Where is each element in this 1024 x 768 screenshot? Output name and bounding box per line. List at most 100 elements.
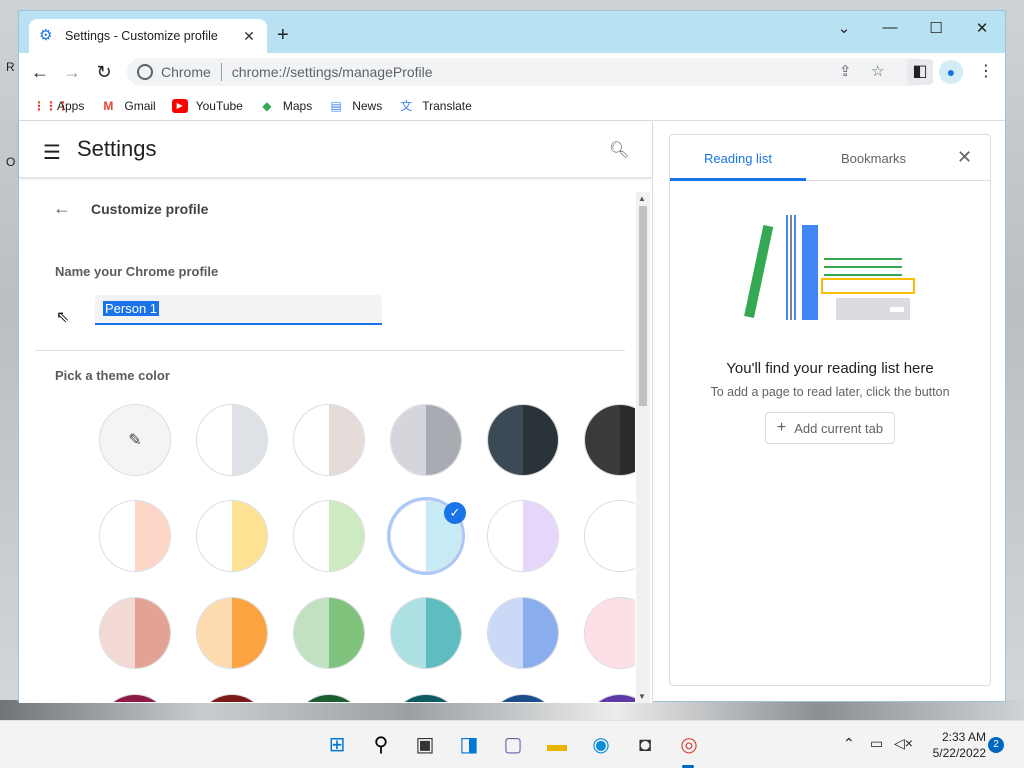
bookmark-apps[interactable]: ⋮⋮⋮ Apps	[33, 99, 84, 113]
swatch-left-half	[585, 598, 620, 668]
windows-start-icon[interactable]: ⊞	[324, 733, 350, 757]
mouse-cursor-icon: ⇖	[56, 309, 70, 326]
scrollbar-thumb[interactable]	[639, 206, 647, 406]
swatch-left-half	[391, 598, 426, 668]
forward-button[interactable]: →	[59, 59, 85, 85]
theme-color-swatch[interactable]	[584, 500, 635, 572]
swatch-right-half	[523, 598, 558, 668]
theme-color-swatch[interactable]	[196, 404, 268, 476]
volume-muted-icon[interactable]: ◁×	[894, 735, 913, 752]
theme-color-swatch[interactable]: ✎	[99, 404, 171, 476]
swatch-right-half	[426, 598, 461, 668]
side-panel-tabs: Reading list Bookmarks ✕	[670, 135, 990, 181]
swatch-right-half	[426, 405, 461, 475]
theme-color-swatch[interactable]	[293, 597, 365, 669]
hamburger-menu-icon[interactable]: ☰	[43, 140, 61, 165]
tab-search-chevron-icon[interactable]: ⌄	[829, 19, 859, 37]
bookmark-label: Gmail	[124, 98, 156, 113]
tab-reading-list[interactable]: Reading list	[704, 151, 772, 166]
swatch-right-half	[523, 695, 558, 702]
edge-icon[interactable]: ◉	[588, 733, 614, 757]
close-window-button[interactable]: ✕	[967, 19, 997, 37]
menu-kebab-icon[interactable]: ⋮	[973, 59, 999, 85]
reading-list-illustration	[744, 215, 915, 320]
minimize-button[interactable]: —	[875, 19, 905, 36]
store-icon[interactable]: ◘	[632, 733, 658, 757]
theme-color-swatch[interactable]	[390, 694, 462, 702]
theme-color-swatch[interactable]	[196, 694, 268, 702]
theme-color-swatch[interactable]	[487, 597, 559, 669]
swatch-right-half	[426, 695, 461, 702]
swatch-right-half	[523, 405, 558, 475]
tab-bookmarks[interactable]: Bookmarks	[841, 151, 906, 166]
scrollbar[interactable]: ▲ ▼	[636, 192, 650, 703]
theme-color-swatch[interactable]	[196, 500, 268, 572]
theme-color-swatch[interactable]	[487, 404, 559, 476]
bookmark-label: Maps	[282, 98, 313, 113]
chrome-taskbar-icon[interactable]: ◎	[676, 733, 702, 757]
share-icon[interactable]: ⇪	[839, 58, 852, 86]
add-current-tab-button[interactable]: + Add current tab	[765, 412, 895, 444]
theme-color-swatch[interactable]	[196, 597, 268, 669]
back-arrow-icon[interactable]: ←	[53, 198, 71, 219]
teams-chat-icon[interactable]: ▢	[500, 733, 526, 757]
theme-color-swatch[interactable]	[584, 404, 635, 476]
swatch-left-half	[391, 501, 426, 571]
clock[interactable]: 2:33 AM 5/22/2022	[920, 729, 986, 761]
theme-color-swatch[interactable]	[99, 694, 171, 702]
clock-time: 2:33 AM	[941, 730, 986, 744]
desktop-fragment: O	[6, 155, 16, 169]
theme-color-swatch[interactable]	[584, 694, 635, 702]
side-panel: Reading list Bookmarks ✕ You'll find you…	[669, 134, 991, 686]
tab-settings[interactable]: ⚙ Settings - Customize profile ✕	[29, 19, 267, 53]
theme-color-swatch[interactable]	[99, 597, 171, 669]
back-button[interactable]: ←	[27, 59, 53, 85]
scroll-up-arrow-icon[interactable]: ▲	[638, 194, 646, 203]
maximize-button[interactable]: ☐	[921, 19, 951, 37]
bookmark-gmail[interactable]: M Gmail	[100, 99, 155, 113]
title-bar: ⚙ Settings - Customize profile ✕ + ⌄ — ☐…	[19, 11, 1005, 53]
panel-divider	[652, 122, 653, 703]
widgets-icon[interactable]: ◨	[456, 733, 482, 757]
theme-color-swatch[interactable]	[390, 597, 462, 669]
scroll-down-arrow-icon[interactable]: ▼	[638, 692, 646, 701]
theme-color-swatch[interactable]	[390, 404, 462, 476]
bookmark-star-icon[interactable]: ☆	[871, 58, 884, 86]
swatch-right-half	[523, 501, 558, 571]
swatch-right-half	[329, 501, 364, 571]
swatch-right-half	[620, 598, 635, 668]
profile-name-label: Name your Chrome profile	[55, 264, 219, 279]
network-icon[interactable]: ▭	[870, 735, 883, 752]
tray-chevron-icon[interactable]: ⌃	[843, 735, 855, 752]
swatch-right-half	[232, 501, 267, 571]
bookmark-maps[interactable]: ◆ Maps	[259, 99, 312, 113]
theme-color-swatch[interactable]	[293, 404, 365, 476]
bookmark-youtube[interactable]: ▶ YouTube	[171, 98, 243, 113]
swatch-left-half	[488, 598, 523, 668]
swatch-right-half	[232, 405, 267, 475]
omnibox[interactable]: Chrome chrome://settings/manageProfile ⇪…	[127, 58, 927, 86]
theme-color-swatch[interactable]	[584, 597, 635, 669]
reload-button[interactable]: ↻	[91, 59, 117, 85]
search-taskbar-icon[interactable]: ⚲	[368, 733, 394, 757]
close-tab-icon[interactable]: ✕	[241, 28, 257, 45]
new-tab-button[interactable]: +	[277, 25, 289, 45]
notification-badge[interactable]: 2	[988, 737, 1004, 753]
close-panel-icon[interactable]: ✕	[957, 147, 972, 168]
side-panel-icon[interactable]: ◧	[907, 59, 933, 85]
theme-color-swatch[interactable]	[99, 500, 171, 572]
theme-color-swatch[interactable]	[487, 500, 559, 572]
bookmark-translate[interactable]: 文 Translate	[398, 99, 472, 113]
theme-color-swatch[interactable]	[293, 500, 365, 572]
profile-avatar[interactable]: ●	[939, 60, 963, 84]
active-tab-indicator	[670, 178, 806, 181]
task-view-icon[interactable]: ▣	[412, 733, 438, 757]
theme-color-swatch[interactable]	[293, 694, 365, 702]
profile-name-input[interactable]: Person 1	[95, 295, 382, 325]
bookmark-news[interactable]: ▤ News	[328, 99, 383, 113]
taskbar: ⊞ ⚲ ▣ ◨ ▢ ▬ ◉ ◘ ◎ ⌃ ▭ ◁× 2:33 AM 5/22/20…	[0, 720, 1024, 768]
file-explorer-icon[interactable]: ▬	[544, 733, 570, 757]
omnibox-separator	[220, 63, 222, 81]
search-icon[interactable]: 🔍︎	[609, 140, 629, 160]
theme-color-swatch[interactable]	[487, 694, 559, 702]
